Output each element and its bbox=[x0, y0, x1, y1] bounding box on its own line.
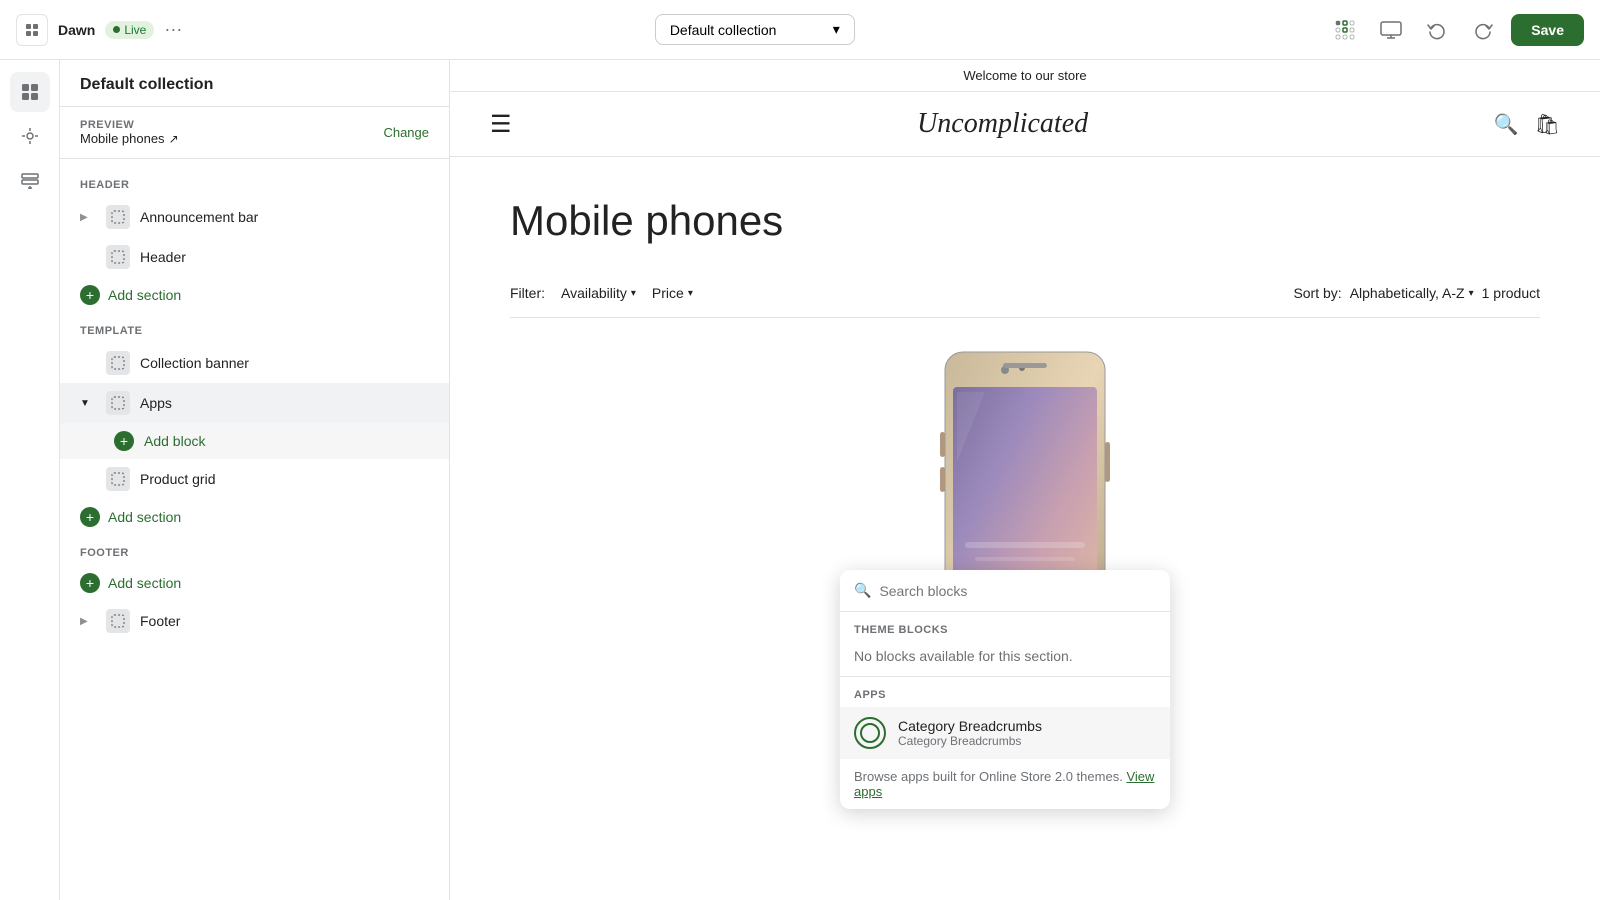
collection-title: Mobile phones bbox=[510, 197, 1540, 245]
sidebar-item-collection-banner[interactable]: Collection banner bbox=[60, 343, 449, 383]
undo-icon bbox=[1427, 20, 1447, 40]
search-icon: 🔍 bbox=[854, 582, 871, 599]
undo-button[interactable] bbox=[1419, 12, 1455, 48]
section-icon bbox=[106, 351, 130, 375]
store-name: Dawn bbox=[58, 22, 95, 38]
sort-bar: Sort by: Alphabetically, A-Z ▾ 1 product bbox=[1293, 285, 1540, 301]
live-badge: Live bbox=[105, 21, 154, 39]
apps-label: APPS bbox=[840, 677, 1170, 707]
preview-section: PREVIEW Mobile phones ↗ Change bbox=[60, 107, 449, 159]
icon-rail bbox=[0, 60, 60, 900]
chevron-down-icon: ▾ bbox=[1469, 288, 1474, 299]
chevron-down-icon: ▾ bbox=[631, 288, 636, 299]
back-icon bbox=[24, 22, 40, 38]
preview-label: PREVIEW bbox=[80, 119, 179, 131]
category-breadcrumbs-item[interactable]: Category Breadcrumbs Category Breadcrumb… bbox=[840, 707, 1170, 759]
no-blocks-message: No blocks available for this section. bbox=[840, 642, 1170, 676]
external-link-icon: ↗ bbox=[169, 132, 179, 146]
preview-value: Mobile phones ↗ bbox=[80, 131, 179, 146]
sidebar-item-product-grid[interactable]: Product grid bbox=[60, 459, 449, 499]
section-icon bbox=[106, 467, 130, 491]
sidebar-header: Default collection bbox=[60, 60, 449, 107]
sidebar-item-header[interactable]: Header bbox=[60, 237, 449, 277]
product-count: 1 product bbox=[1482, 285, 1540, 301]
topbar-left: Dawn Live ··· bbox=[16, 14, 182, 46]
main-layout: Default collection PREVIEW Mobile phones… bbox=[0, 60, 1600, 900]
section-icon bbox=[106, 205, 130, 229]
sections-list: HEADER ▶ Announcement bar Header + Add s… bbox=[60, 159, 449, 900]
chevron-down-icon: ▾ bbox=[833, 21, 840, 38]
sections-icon[interactable] bbox=[10, 72, 50, 112]
topbar: Dawn Live ··· Default collection ▾ bbox=[0, 0, 1600, 60]
desktop-button[interactable] bbox=[1373, 12, 1409, 48]
section-icon bbox=[106, 609, 130, 633]
nav-menu-icon[interactable]: ☰ bbox=[490, 110, 512, 139]
template-group-label: TEMPLATE bbox=[60, 313, 449, 343]
expand-toggle: ▶ bbox=[80, 616, 96, 627]
section-icon bbox=[106, 391, 130, 415]
store-logo: Uncomplicated bbox=[917, 108, 1088, 140]
filter-label: Filter: bbox=[510, 285, 545, 301]
add-section-template-button[interactable]: + Add section bbox=[60, 499, 449, 535]
cart-nav-icon[interactable]: 🛍 bbox=[1535, 112, 1560, 137]
blocks-dropdown: 🔍 THEME BLOCKS No blocks available for t… bbox=[840, 570, 1170, 809]
add-section-header-button[interactable]: + Add section bbox=[60, 277, 449, 313]
header-group-label: HEADER bbox=[60, 167, 449, 197]
browse-apps-text: Browse apps built for Online Store 2.0 t… bbox=[840, 759, 1170, 809]
plus-circle-icon: + bbox=[114, 431, 134, 451]
topbar-center: Default collection ▾ bbox=[194, 14, 1315, 45]
plus-circle-icon: + bbox=[80, 507, 100, 527]
save-button[interactable]: Save bbox=[1511, 14, 1584, 46]
collection-dropdown[interactable]: Default collection ▾ bbox=[655, 14, 855, 45]
topbar-right: Save bbox=[1327, 12, 1584, 48]
sort-dropdown[interactable]: Alphabetically, A-Z ▾ bbox=[1350, 285, 1474, 301]
search-blocks-input[interactable] bbox=[879, 583, 1156, 599]
redo-icon bbox=[1473, 20, 1493, 40]
change-link[interactable]: Change bbox=[383, 125, 429, 140]
sidebar-item-footer[interactable]: ▶ Footer bbox=[60, 601, 449, 641]
add-section-footer-button[interactable]: + Add section bbox=[60, 565, 449, 601]
expand-toggle: ▶ bbox=[80, 212, 96, 223]
block-sub: Category Breadcrumbs bbox=[898, 734, 1042, 748]
price-filter[interactable]: Price ▾ bbox=[652, 285, 693, 301]
sidebar-item-apps[interactable]: ▼ Apps bbox=[60, 383, 449, 423]
block-icon-inner bbox=[860, 723, 880, 743]
plus-circle-icon: + bbox=[80, 285, 100, 305]
preview-area: Welcome to our store ☰ Uncomplicated 🔍 🛍… bbox=[450, 60, 1600, 900]
footer-group-label: FOOTER bbox=[60, 535, 449, 565]
grid-select-button[interactable] bbox=[1327, 12, 1363, 48]
nav-icons: 🔍 🛍 bbox=[1494, 112, 1560, 137]
blocks-search: 🔍 bbox=[840, 570, 1170, 612]
theme-blocks-label: THEME BLOCKS bbox=[840, 612, 1170, 642]
grid-select-icon bbox=[1334, 19, 1356, 41]
block-icon bbox=[854, 717, 886, 749]
customize-icon[interactable] bbox=[10, 116, 50, 156]
block-name: Category Breadcrumbs bbox=[898, 718, 1042, 734]
store-nav: ☰ Uncomplicated 🔍 🛍 bbox=[450, 92, 1600, 157]
chevron-down-icon: ▾ bbox=[688, 288, 693, 299]
block-info: Category Breadcrumbs Category Breadcrumb… bbox=[898, 718, 1042, 748]
live-dot bbox=[113, 26, 120, 33]
more-button[interactable]: ··· bbox=[164, 19, 182, 40]
add-section-rail-icon[interactable] bbox=[10, 160, 50, 200]
search-nav-icon[interactable]: 🔍 bbox=[1494, 112, 1519, 137]
redo-button[interactable] bbox=[1465, 12, 1501, 48]
availability-filter[interactable]: Availability ▾ bbox=[561, 285, 636, 301]
sidebar-item-announcement-bar[interactable]: ▶ Announcement bar bbox=[60, 197, 449, 237]
filter-bar: Filter: Availability ▾ Price ▾ Sort by: … bbox=[510, 269, 1540, 318]
add-block-button[interactable]: + Add block bbox=[60, 423, 449, 459]
sidebar-title: Default collection bbox=[80, 76, 429, 94]
store-announcement: Welcome to our store bbox=[450, 60, 1600, 92]
plus-circle-icon: + bbox=[80, 573, 100, 593]
desktop-icon bbox=[1380, 21, 1402, 39]
section-icon bbox=[106, 245, 130, 269]
back-button[interactable] bbox=[16, 14, 48, 46]
sidebar: Default collection PREVIEW Mobile phones… bbox=[60, 60, 450, 900]
collapse-toggle: ▼ bbox=[80, 398, 96, 409]
